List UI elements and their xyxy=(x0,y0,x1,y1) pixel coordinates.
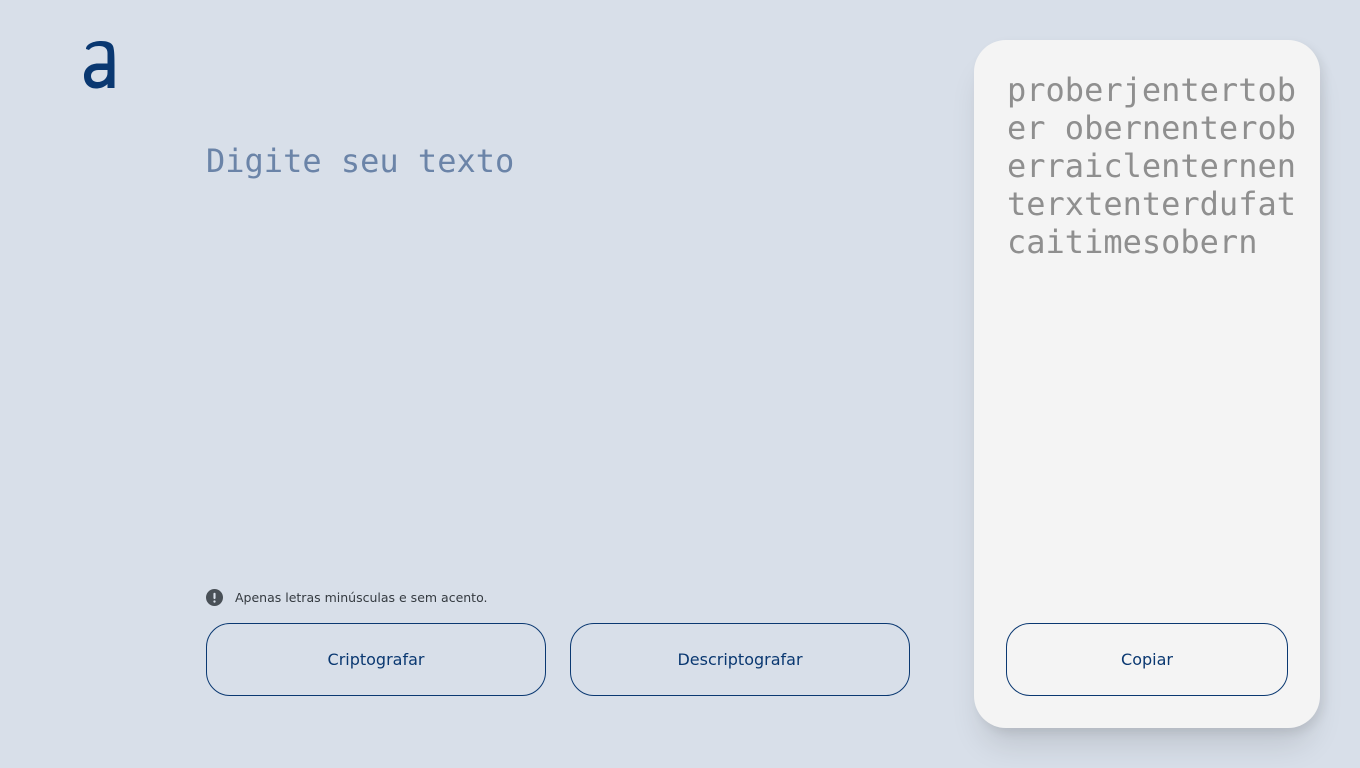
text-input[interactable] xyxy=(206,140,906,560)
copy-button[interactable]: Copiar xyxy=(1006,623,1288,696)
input-hint: Apenas letras minúsculas e sem acento. xyxy=(206,589,487,606)
encrypt-button[interactable]: Criptografar xyxy=(206,623,546,696)
output-text: proberjentertober obernenteroberraiclent… xyxy=(1007,71,1296,261)
hint-text: Apenas letras minúsculas e sem acento. xyxy=(235,590,488,605)
exclamation-circle-icon xyxy=(206,589,223,606)
decrypt-button[interactable]: Descriptografar xyxy=(570,623,910,696)
output-panel: proberjentertober obernenteroberraiclent… xyxy=(974,40,1320,728)
app-root: Apenas letras minúsculas e sem acento. C… xyxy=(0,0,1360,768)
alura-logo-icon xyxy=(84,40,115,89)
